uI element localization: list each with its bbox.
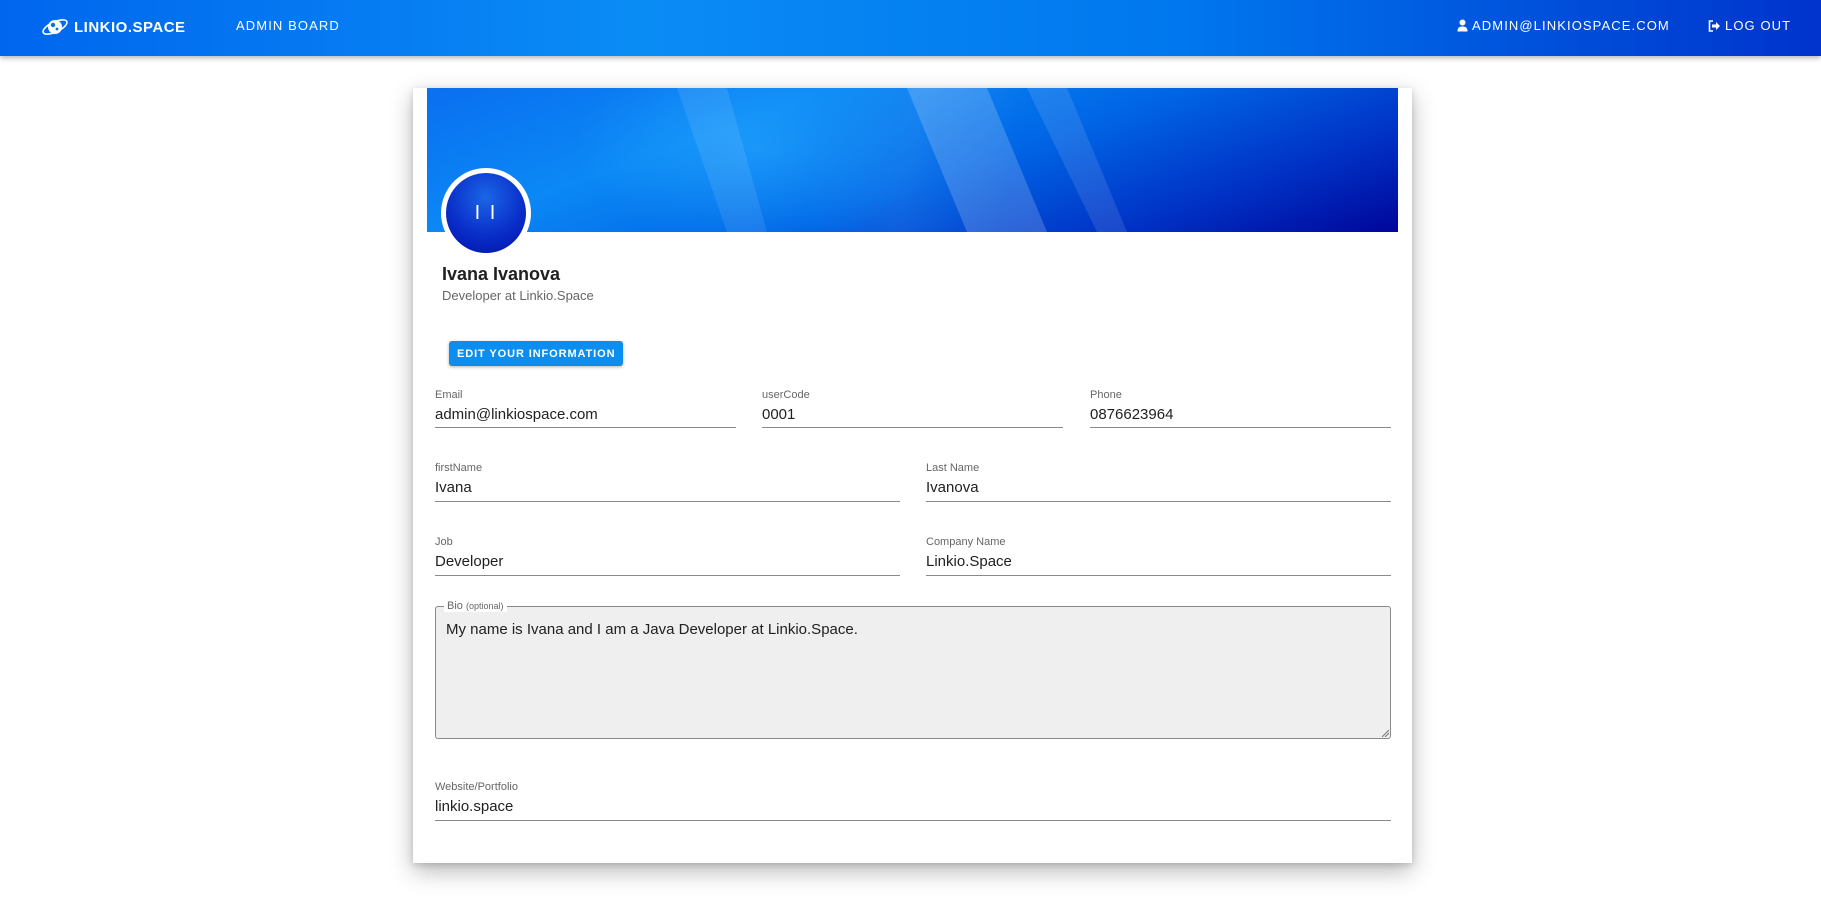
first-name-label: firstName bbox=[435, 462, 483, 474]
logout-button[interactable]: LOG OUT bbox=[1708, 18, 1791, 33]
bio-label-text: Bio bbox=[447, 600, 463, 612]
first-name-underline bbox=[435, 501, 900, 502]
last-name-underline bbox=[926, 501, 1391, 502]
cover-banner bbox=[427, 88, 1398, 232]
website-value: linkio.space bbox=[435, 798, 514, 815]
phone-value: 0876623964 bbox=[1090, 406, 1174, 423]
email-field[interactable]: Email admin@linkiospace.com bbox=[435, 389, 736, 428]
website-underline bbox=[435, 820, 1391, 821]
bio-optional-hint: (optional) bbox=[465, 601, 504, 611]
website-field[interactable]: Website/Portfolio linkio.space bbox=[435, 781, 1391, 821]
email-value: admin@linkiospace.com bbox=[435, 406, 598, 423]
last-name-label: Last Name bbox=[926, 462, 980, 474]
email-label: Email bbox=[435, 389, 463, 401]
user-code-field[interactable]: userCode 0001 bbox=[762, 389, 1063, 428]
brand-name: LINKIO.SPACE bbox=[74, 18, 186, 36]
bio-label: Bio (optional) bbox=[444, 600, 507, 612]
user-code-value: 0001 bbox=[762, 406, 796, 423]
phone-field[interactable]: Phone 0876623964 bbox=[1090, 389, 1391, 428]
company-name-label: Company Name bbox=[926, 536, 1006, 548]
first-name-field[interactable]: firstName Ivana bbox=[435, 462, 900, 502]
user-icon bbox=[1457, 19, 1468, 32]
bio-value: My name is Ivana and I am a Java Develop… bbox=[446, 621, 858, 638]
user-email-label: ADMIN@LINKIOSPACE.COM bbox=[1472, 18, 1670, 33]
planet-logo-icon bbox=[40, 15, 70, 39]
last-name-value: Ivanova bbox=[926, 479, 979, 496]
website-label: Website/Portfolio bbox=[435, 781, 518, 793]
profile-subtitle: Developer at Linkio.Space bbox=[442, 288, 594, 303]
job-label: Job bbox=[435, 536, 453, 548]
top-navbar: LINKIO.SPACE ADMIN BOARD ADMIN@LINKIOSPA… bbox=[0, 0, 1821, 56]
first-name-value: Ivana bbox=[435, 479, 472, 496]
brand-link[interactable]: LINKIO.SPACE bbox=[40, 15, 186, 39]
job-value: Developer bbox=[435, 553, 504, 570]
user-code-label: userCode bbox=[762, 389, 810, 401]
company-name-value: Linkio.Space bbox=[926, 553, 1012, 570]
edit-information-button[interactable]: EDIT YOUR INFORMATION bbox=[449, 341, 624, 366]
email-underline bbox=[435, 427, 736, 428]
profile-name: Ivana Ivanova bbox=[442, 264, 561, 284]
user-code-underline bbox=[762, 427, 1063, 428]
last-name-field[interactable]: Last Name Ivanova bbox=[926, 462, 1391, 502]
bio-textarea[interactable]: Bio (optional) My name is Ivana and I am… bbox=[435, 600, 1391, 739]
logout-label: LOG OUT bbox=[1725, 18, 1792, 33]
company-name-underline bbox=[926, 575, 1391, 576]
profile-card: I I Ivana Ivanova Developer at Linkio.Sp… bbox=[413, 88, 1412, 863]
phone-underline bbox=[1090, 427, 1391, 428]
cover-pattern bbox=[677, 88, 1127, 232]
nav-admin-board[interactable]: ADMIN BOARD bbox=[236, 18, 340, 33]
phone-label: Phone bbox=[1090, 389, 1122, 401]
nav-user-account[interactable]: ADMIN@LINKIOSPACE.COM bbox=[1457, 18, 1670, 33]
resize-handle-icon[interactable] bbox=[1381, 729, 1389, 737]
job-field[interactable]: Job Developer bbox=[435, 536, 900, 576]
avatar: I I bbox=[441, 168, 531, 258]
job-underline bbox=[435, 575, 900, 576]
logout-icon bbox=[1708, 19, 1721, 32]
avatar-initials: I I bbox=[446, 173, 526, 253]
company-name-field[interactable]: Company Name Linkio.Space bbox=[926, 536, 1391, 576]
